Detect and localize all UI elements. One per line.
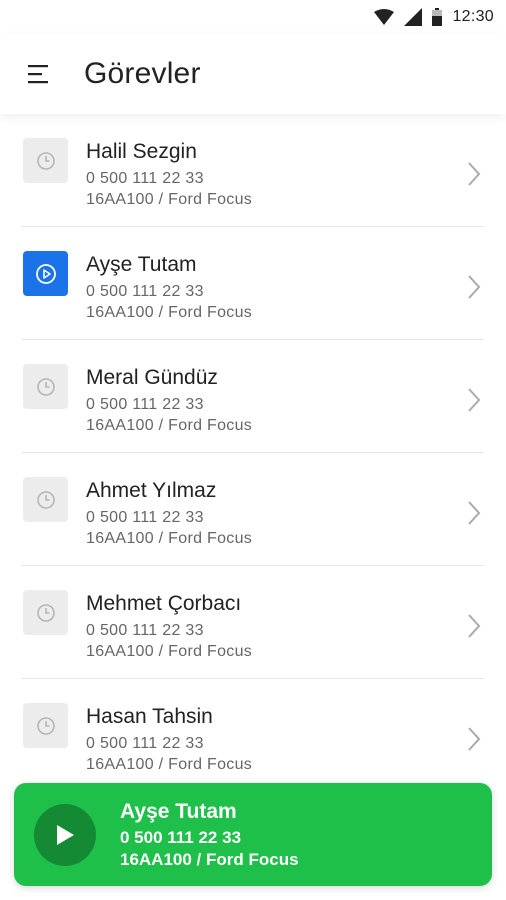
task-phone: 0 500 111 22 33 [86,170,204,187]
chevron-right-icon [468,275,481,299]
chevron-right-icon [468,614,481,638]
task-name: Hasan Tahsin [86,705,213,728]
status-icon-box [23,251,68,296]
list-item[interactable]: Mehmet Çorbacı 0 500 111 22 33 16AA100 /… [22,566,484,679]
list-item[interactable]: Ayşe Tutam 0 500 111 22 33 16AA100 / For… [22,227,484,340]
task-phone: 0 500 111 22 33 [86,283,204,300]
now-playing-name: Ayşe Tutam [120,799,237,823]
chevron-right-icon [468,388,481,412]
menu-button[interactable] [22,56,58,92]
task-car: 16AA100 / Ford Focus [86,191,253,208]
list-item[interactable]: Meral Gündüz 0 500 111 22 33 16AA100 / F… [22,340,484,453]
list-item[interactable]: Hasan Tahsin 0 500 111 22 33 16AA100 / F… [22,679,484,792]
status-icon-box [23,590,68,635]
now-playing-phone: 0 500 111 22 33 [120,827,242,847]
signal-icon [404,8,423,26]
play-button[interactable] [34,803,96,866]
task-car: 16AA100 / Ford Focus [86,417,253,434]
clock-icon [36,377,55,396]
battery-icon [432,8,443,26]
menu-icon [28,65,48,84]
wifi-icon [374,9,395,25]
page-title: Görevler [84,57,201,90]
status-icon-box [23,703,68,748]
chevron-right-icon [468,162,481,186]
app-bar: Görevler [0,34,506,114]
clock-icon [36,490,55,509]
task-name: Mehmet Çorbacı [86,592,242,615]
task-car: 16AA100 / Ford Focus [86,643,253,660]
task-car: 16AA100 / Ford Focus [86,304,253,321]
play-circle-icon [35,263,56,284]
list-item[interactable]: Halil Sezgin 0 500 111 22 33 16AA100 / F… [22,114,484,227]
status-icon-box [23,477,68,522]
chevron-right-icon [468,727,481,751]
task-phone: 0 500 111 22 33 [86,396,204,413]
now-playing-info: Ayşe Tutam 0 500 111 22 33 16AA100 / For… [120,800,299,870]
status-icon-box [23,364,68,409]
status-bar: 12:30 [0,0,506,34]
status-icon-box [23,138,68,183]
task-phone: 0 500 111 22 33 [86,735,204,752]
task-name: Ahmet Yılmaz [86,479,217,502]
task-name: Halil Sezgin [86,140,197,163]
task-car: 16AA100 / Ford Focus [86,756,253,773]
task-phone: 0 500 111 22 33 [86,509,204,526]
list-item[interactable]: Ahmet Yılmaz 0 500 111 22 33 16AA100 / F… [22,453,484,566]
task-phone: 0 500 111 22 33 [86,622,204,639]
task-name: Ayşe Tutam [86,253,197,276]
status-time: 12:30 [452,8,494,25]
now-playing-car: 16AA100 / Ford Focus [120,849,299,869]
now-playing-bar[interactable]: Ayşe Tutam 0 500 111 22 33 16AA100 / For… [14,783,492,886]
clock-icon [36,603,55,622]
chevron-right-icon [468,501,481,525]
play-icon [57,824,74,845]
clock-icon [36,151,55,170]
clock-icon [36,716,55,735]
task-car: 16AA100 / Ford Focus [86,530,253,547]
task-name: Meral Gündüz [86,366,218,389]
